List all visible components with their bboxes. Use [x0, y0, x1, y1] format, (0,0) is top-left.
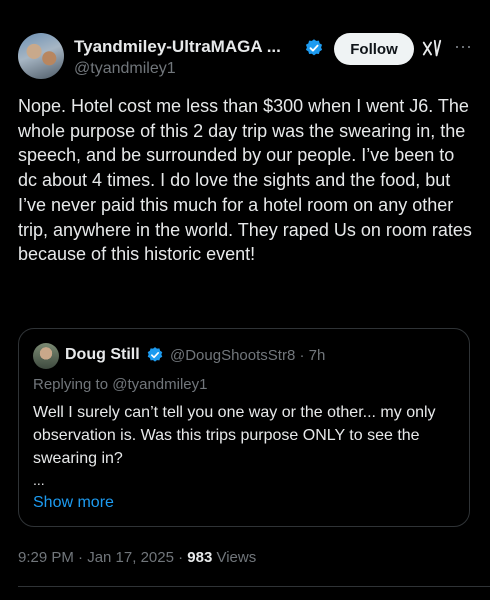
quoted-tweet[interactable]: Doug Still @DougShootsStr8 · 7h Replying…	[18, 328, 470, 527]
verified-badge-icon	[305, 39, 323, 56]
tweet-timestamp[interactable]: 9:29 PM · Jan 17, 2025 ·	[18, 549, 187, 566]
quoted-ellipsis: ...	[33, 472, 45, 488]
quoted-author-name: Doug Still	[65, 346, 140, 363]
tweet-meta: 9:29 PM · Jan 17, 2025 · 983 Views	[18, 549, 256, 566]
follow-button[interactable]: Follow	[334, 33, 414, 65]
author-handle[interactable]: @tyandmiley1	[74, 60, 281, 78]
divider	[18, 586, 490, 587]
tweet-text: Nope. Hotel cost me less than $300 when …	[18, 96, 472, 265]
author-display-name[interactable]: Tyandmiley-UltraMAGA ...	[74, 37, 281, 57]
show-more-link[interactable]: Show more	[33, 494, 114, 512]
quoted-tweet-body: Well I surely can’t tell you one way or …	[33, 404, 436, 467]
more-options-icon[interactable]: ⋯	[454, 37, 473, 58]
author-avatar[interactable]	[18, 33, 64, 79]
views-count: 983	[187, 549, 213, 566]
quoted-verified-badge-icon	[147, 347, 163, 362]
quoted-replying-to: Replying to @tyandmiley1	[33, 376, 208, 393]
quoted-author-avatar	[33, 343, 59, 369]
quoted-handle-time: @DougShootsStr8 · 7h	[170, 347, 326, 364]
author-name-block: Tyandmiley-UltraMAGA ... @tyandmiley1	[74, 37, 281, 78]
grok-icon[interactable]	[421, 38, 443, 60]
tweet-header: Tyandmiley-UltraMAGA ... @tyandmiley1 Fo…	[18, 33, 478, 83]
views-label: Views	[212, 549, 257, 566]
